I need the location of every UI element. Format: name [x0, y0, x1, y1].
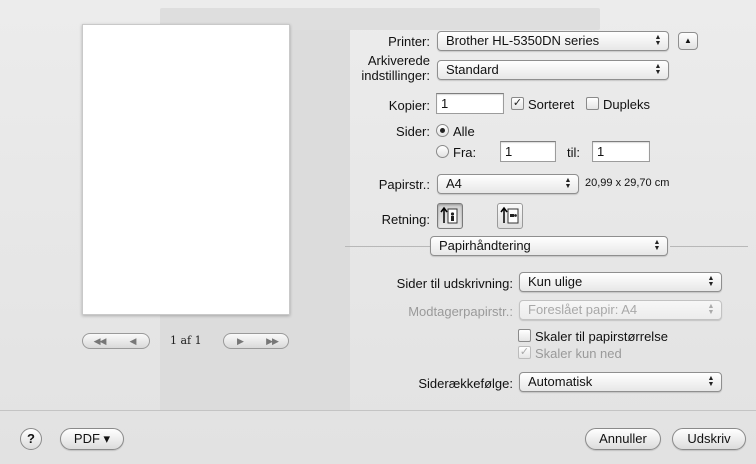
destination-paper-label: Modtagerpapirstr.: — [408, 304, 513, 319]
scale-down-only-checkbox[interactable]: ✓ — [518, 346, 531, 359]
pages-to-print-value: Kun ulige — [528, 274, 583, 289]
destination-paper-select[interactable]: Foreslået papir: A4 ▲ ▼ — [519, 300, 722, 320]
first-page-icon[interactable]: ◀◀ — [83, 336, 116, 347]
pdf-menu-button[interactable]: PDF ▾ — [60, 428, 124, 450]
help-button[interactable]: ? — [20, 428, 42, 450]
copies-input[interactable]: 1 — [436, 93, 504, 114]
scale-to-fit-checkbox[interactable] — [518, 329, 531, 342]
cancel-button[interactable]: Annuller — [585, 428, 661, 450]
printer-label: Printer: — [388, 34, 430, 49]
collate-checkbox[interactable]: ✓ — [511, 97, 524, 110]
prev-page-icon[interactable]: ◀ — [116, 336, 149, 347]
last-page-icon[interactable]: ▶▶ — [256, 336, 288, 347]
scale-down-only-label: Skaler kun ned — [535, 346, 622, 361]
preview-prev-buttons[interactable]: ◀◀ ◀ — [82, 333, 150, 349]
orientation-portrait-button[interactable] — [437, 203, 463, 229]
page-order-value: Automatisk — [528, 374, 593, 389]
presets-label-line1: Arkiverede — [367, 53, 430, 68]
destination-paper-value: Foreslået papir: A4 — [528, 302, 638, 317]
orientation-landscape-button[interactable] — [497, 203, 523, 229]
updown-arrows-icon: ▲ ▼ — [707, 375, 715, 388]
section-divider-right — [670, 246, 748, 247]
page-order-label: Siderækkefølge: — [418, 376, 513, 391]
updown-arrows-icon: ▲ ▼ — [707, 275, 715, 288]
pages-from-input[interactable]: 1 — [500, 141, 556, 162]
paper-dimensions: 20,99 x 29,70 cm — [585, 177, 670, 189]
paper-size-label: Papirstr.: — [378, 177, 430, 192]
collate-label: Sorteret — [528, 97, 575, 112]
section-value: Papirhåndtering — [439, 238, 531, 253]
updown-arrows-icon: ▲ ▼ — [564, 177, 572, 190]
page-indicator: 1 af 1 — [170, 334, 202, 347]
presets-label-line2: indstillinger: — [361, 68, 430, 83]
pages-all-radio[interactable] — [436, 124, 449, 137]
print-dialog: ◀◀ ◀ 1 af 1 ▶ ▶▶ Printer: Brother HL-535… — [0, 0, 756, 464]
pages-all-label: Alle — [453, 124, 475, 139]
pages-to-print-label: Sider til udskrivning: — [396, 276, 513, 291]
copies-label: Kopier: — [388, 98, 430, 113]
orientation-label: Retning: — [381, 212, 430, 227]
duplex-checkbox[interactable] — [586, 97, 599, 110]
pages-to-label: til: — [567, 145, 580, 160]
section-select[interactable]: Papirhåndtering ▲ ▼ — [430, 236, 668, 256]
footer-divider — [0, 410, 756, 411]
preview-next-buttons[interactable]: ▶ ▶▶ — [223, 333, 289, 349]
pages-label: Sider: — [396, 124, 430, 139]
help-icon: ? — [27, 431, 35, 446]
disclosure-up-icon: ▲ — [684, 36, 692, 45]
duplex-label: Dupleks — [603, 97, 650, 112]
updown-arrows-icon: ▲ ▼ — [654, 63, 662, 76]
landscape-icon — [500, 206, 519, 224]
updown-arrows-icon: ▲ ▼ — [653, 239, 661, 252]
pages-to-input[interactable]: 1 — [592, 141, 650, 162]
paper-size-value: A4 — [446, 176, 462, 191]
presets-select[interactable]: Standard ▲ ▼ — [437, 60, 669, 80]
pages-from-label: Fra: — [453, 145, 477, 160]
paper-size-select[interactable]: A4 ▲ ▼ — [437, 174, 579, 194]
scale-to-fit-label: Skaler til papirstørrelse — [535, 329, 668, 344]
print-button[interactable]: Udskriv — [672, 428, 746, 450]
collapse-button[interactable]: ▲ — [678, 32, 698, 50]
printer-value: Brother HL-5350DN series — [446, 33, 600, 48]
pages-from-radio[interactable] — [436, 145, 449, 158]
presets-value: Standard — [446, 62, 499, 77]
page-order-select[interactable]: Automatisk ▲ ▼ — [519, 372, 722, 392]
next-page-icon[interactable]: ▶ — [224, 336, 256, 347]
updown-arrows-icon: ▲ ▼ — [654, 34, 662, 47]
print-preview-page — [82, 24, 290, 315]
portrait-icon — [440, 206, 458, 224]
updown-arrows-icon: ▲ ▼ — [707, 303, 715, 316]
section-divider-left — [345, 246, 430, 247]
printer-select[interactable]: Brother HL-5350DN series ▲ ▼ — [437, 31, 669, 51]
pages-to-print-select[interactable]: Kun ulige ▲ ▼ — [519, 272, 722, 292]
